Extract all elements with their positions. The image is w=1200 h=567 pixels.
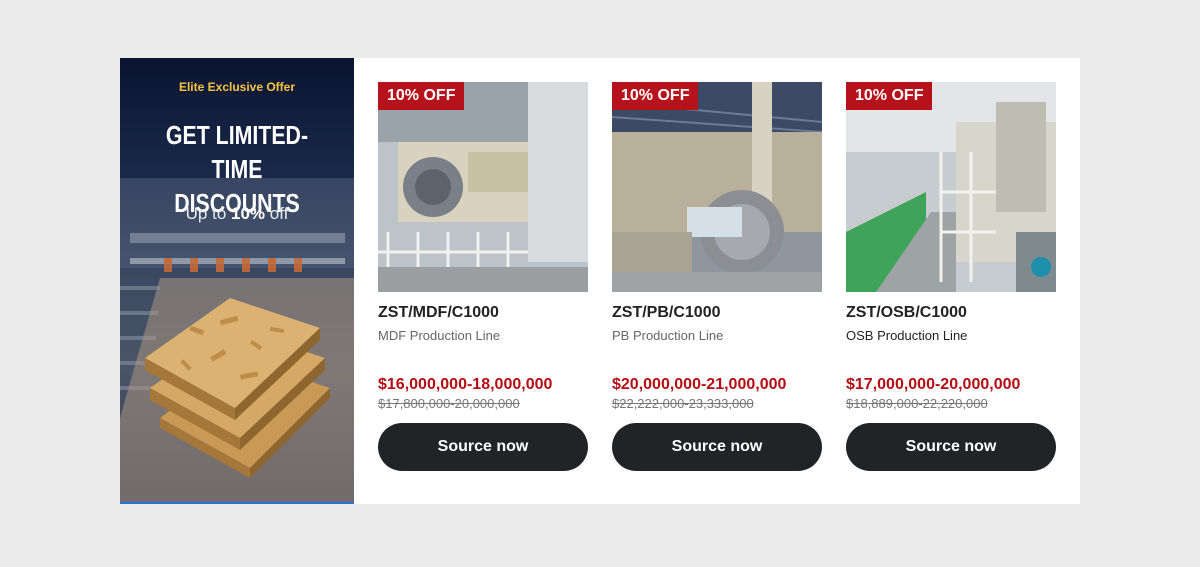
promo-subtitle-prefix: Up to xyxy=(185,204,231,223)
product-description: MDF Production Line xyxy=(378,328,501,343)
source-now-button[interactable]: Source now xyxy=(378,423,588,471)
product-original-price: $17,800,000-20,000,000 xyxy=(378,396,520,411)
promo-subtitle: Up to 10% off xyxy=(120,204,354,224)
product-description: OSB Production Line xyxy=(846,328,968,343)
product-original-price: $22,222,000-23,333,000 xyxy=(612,396,754,411)
offer-card: Elite Exclusive Offer GET LIMITED-TIME D… xyxy=(120,58,1080,504)
product-description: PB Production Line xyxy=(612,328,724,343)
product-card-pb[interactable]: 10% OFF ZST/PB/C1000 PB Production Line … xyxy=(612,82,822,471)
promo-banner[interactable]: Elite Exclusive Offer GET LIMITED-TIME D… xyxy=(120,58,354,504)
product-card-osb[interactable]: 10% OFF ZST/OSB/C1000 OSB Production Lin… xyxy=(846,82,1056,471)
product-price: $20,000,000-21,000,000 xyxy=(612,376,787,393)
source-now-button[interactable]: Source now xyxy=(612,423,822,471)
product-sku[interactable]: ZST/OSB/C1000 xyxy=(846,304,1056,322)
promo-discount-value: 10% xyxy=(231,204,266,223)
product-image[interactable]: 10% OFF xyxy=(612,82,822,292)
product-image[interactable]: 10% OFF xyxy=(846,82,1056,292)
factory-photo-pb xyxy=(612,82,822,292)
discount-badge: 10% OFF xyxy=(846,82,933,110)
discount-badge: 10% OFF xyxy=(612,82,699,110)
product-card-mdf[interactable]: 10% OFF ZST/MDF/C1000 MDF Production Lin… xyxy=(378,82,588,471)
discount-badge: 10% OFF xyxy=(378,82,465,110)
product-sku[interactable]: ZST/PB/C1000 xyxy=(612,304,822,322)
factory-photo-mdf xyxy=(378,82,588,292)
promo-subtitle-suffix: off xyxy=(265,204,289,223)
promo-eyebrow: Elite Exclusive Offer xyxy=(178,80,296,94)
product-image[interactable]: 10% OFF xyxy=(378,82,588,292)
product-price: $16,000,000-18,000,000 xyxy=(378,376,553,393)
promo-title-line1: GET LIMITED-TIME xyxy=(165,120,309,184)
source-now-button[interactable]: Source now xyxy=(846,423,1056,471)
product-original-price: $18,889,000-22,220,000 xyxy=(846,396,988,411)
product-price: $17,000,000-20,000,000 xyxy=(846,376,1021,393)
product-sku[interactable]: ZST/MDF/C1000 xyxy=(378,304,588,322)
factory-photo-osb xyxy=(846,82,1056,292)
